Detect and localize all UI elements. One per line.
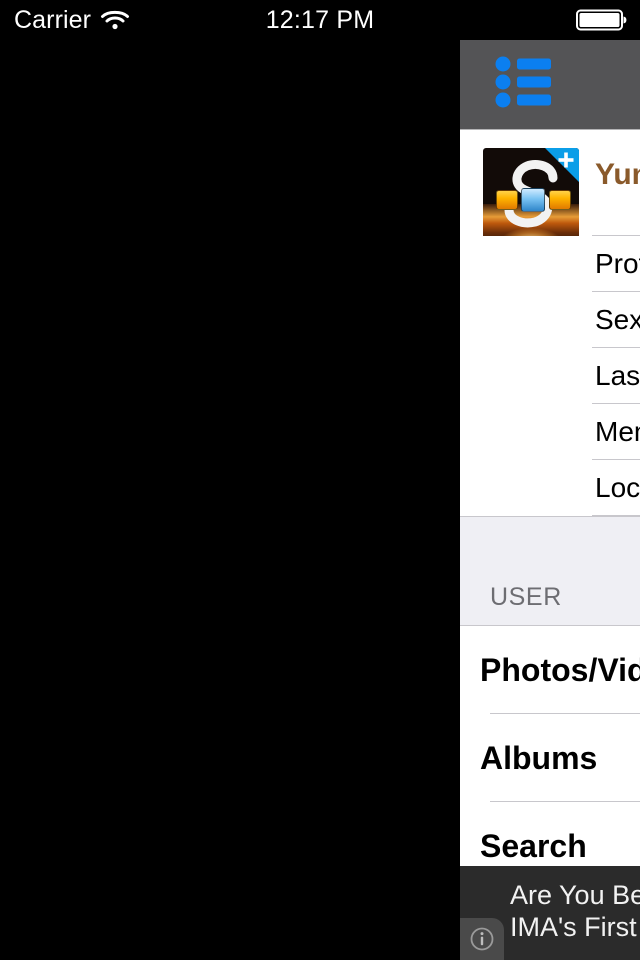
list-item-label: Photos/Videos xyxy=(480,652,640,688)
section-header-user: USER xyxy=(460,516,640,626)
table-row[interactable]: Profile xyxy=(460,236,640,292)
section-header-label: USER xyxy=(490,583,562,611)
battery-icon xyxy=(576,9,627,31)
row-label: Profile xyxy=(595,248,640,279)
row-label: Last Online xyxy=(595,360,640,391)
list-bullets-icon[interactable] xyxy=(493,55,563,110)
list-item-label: Albums xyxy=(480,740,598,776)
avatar-cube-right xyxy=(549,190,571,210)
ad-info-button[interactable] xyxy=(460,918,504,960)
row-label: Sex xyxy=(595,304,640,335)
side-menu-panel: Yunus Emre Profile Sex Last Online Membe… xyxy=(460,0,640,960)
ad-headline-line-2: IMA's First Grader? xyxy=(510,912,640,942)
profile-header[interactable]: Yunus Emre xyxy=(460,130,640,244)
profile-name: Yunus Emre xyxy=(595,158,640,191)
list-item[interactable]: Photos/Videos xyxy=(460,626,640,714)
avatar-cube-left xyxy=(496,190,518,210)
profile-detail-list: Profile Sex Last Online Member Since Loc… xyxy=(460,236,640,516)
table-row[interactable]: Sex xyxy=(460,292,640,348)
row-label: Location xyxy=(595,472,640,503)
row-label: Member Since xyxy=(595,416,640,447)
user-menu-list: Photos/Videos Albums Search xyxy=(460,626,640,890)
avatar xyxy=(483,148,579,244)
table-row[interactable]: Member Since xyxy=(460,404,640,460)
ad-headline-line-1: Are You Better Than xyxy=(510,880,640,910)
avatar-cube-center xyxy=(521,188,545,212)
plus-icon xyxy=(558,152,574,168)
table-row[interactable]: Last Online xyxy=(460,348,640,404)
table-row[interactable]: Location xyxy=(460,460,640,516)
status-bar: Carrier 12:17 PM xyxy=(0,0,640,40)
status-bar-center: 12:17 PM xyxy=(0,0,640,40)
clock-label: 12:17 PM xyxy=(265,6,375,34)
status-bar-right xyxy=(576,0,628,40)
app-screen: Yunus Emre Profile Sex Last Online Membe… xyxy=(0,0,640,960)
info-circle-icon xyxy=(470,927,494,951)
content-backdrop[interactable] xyxy=(0,0,460,960)
list-item[interactable]: Albums xyxy=(460,714,640,802)
ad-banner[interactable]: Are You Better Than IMA's First Grader? xyxy=(460,866,640,960)
